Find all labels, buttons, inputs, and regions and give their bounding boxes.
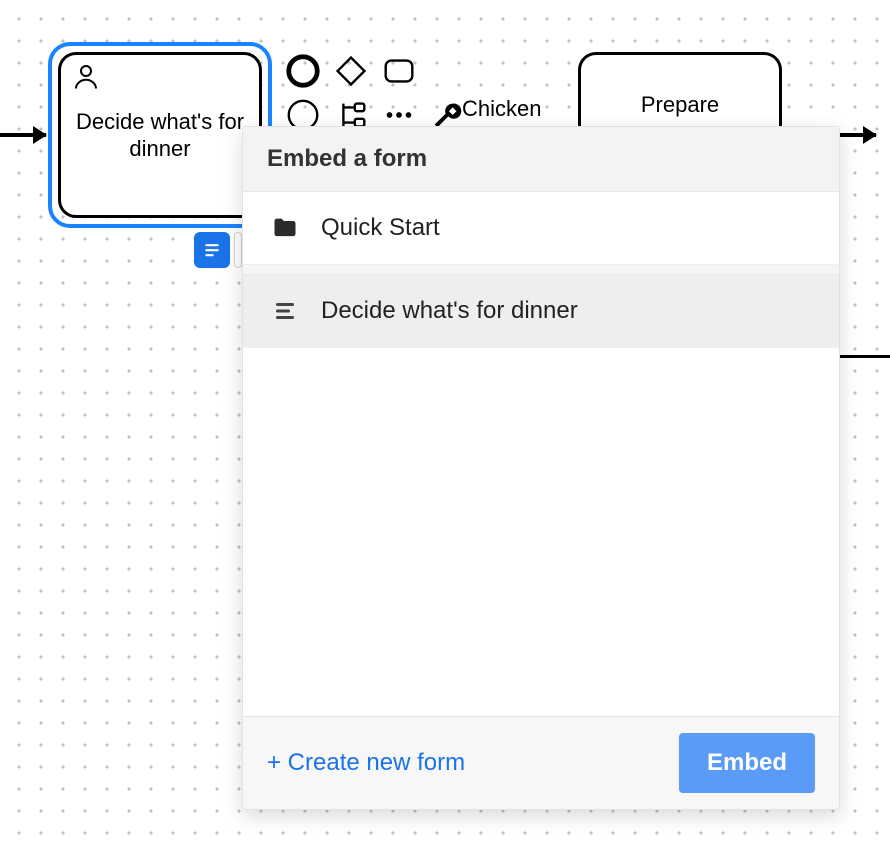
edge-label-chicken[interactable]: Chicken xyxy=(462,96,541,122)
task-action-secondary-icon[interactable] xyxy=(234,232,242,268)
panel-footer: + Create new form Embed xyxy=(243,716,839,809)
task-node-decide-dinner[interactable]: Decide what's for dinner xyxy=(58,52,262,218)
panel-item-decide-dinner[interactable]: Decide what's for dinner xyxy=(243,275,839,348)
create-new-form-link[interactable]: + Create new form xyxy=(267,749,465,777)
panel-item-quick-start[interactable]: Quick Start xyxy=(243,192,839,265)
form-icon xyxy=(271,299,299,323)
palette-diamond-icon[interactable] xyxy=(330,50,372,92)
task-label: Decide what's for dinner xyxy=(75,108,245,163)
palette-spacer2 xyxy=(474,50,516,92)
user-task-icon xyxy=(71,61,101,98)
task-bottom-actions xyxy=(194,232,242,268)
palette-circle-thick-icon[interactable] xyxy=(282,50,324,92)
embed-button[interactable]: Embed xyxy=(679,733,815,793)
panel-body xyxy=(243,348,839,716)
palette-rounded-rect-icon[interactable] xyxy=(378,50,420,92)
panel-list: Quick Start Decide what's for dinner xyxy=(243,192,839,348)
task-label: Prepare xyxy=(641,91,719,119)
edge-incoming xyxy=(0,133,46,137)
panel-item-label: Quick Start xyxy=(321,214,440,242)
folder-icon xyxy=(271,214,299,242)
edge-fragment xyxy=(840,355,890,358)
task-action-notes-icon[interactable] xyxy=(194,232,230,268)
shape-palette xyxy=(282,50,516,136)
palette-spacer xyxy=(426,50,468,92)
panel-title: Embed a form xyxy=(243,127,839,192)
panel-item-label: Decide what's for dinner xyxy=(321,297,578,325)
panel-divider xyxy=(243,265,839,275)
embed-form-panel: Embed a form Quick Start Decide what's f… xyxy=(242,126,840,810)
